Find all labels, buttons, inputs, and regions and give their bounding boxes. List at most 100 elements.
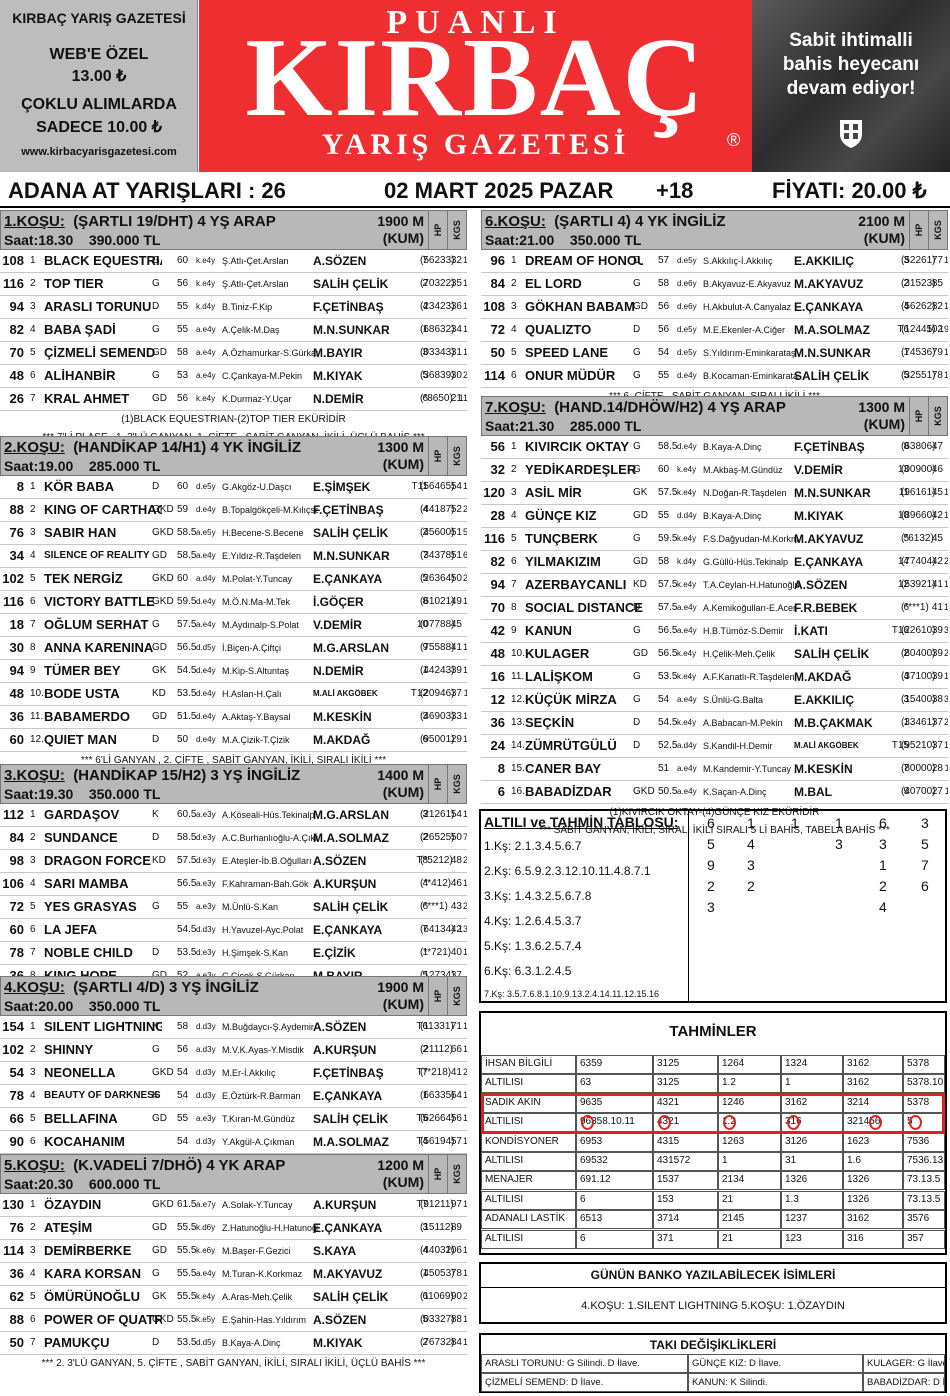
horse-col-1: 3 xyxy=(511,487,517,498)
horse-row[interactable]: 34 4 SILENCE OF REALITY GD 58.5 a.e4y E.Yıldız… xyxy=(0,545,467,568)
horse-col-0: 34 xyxy=(9,548,24,563)
horse-col-6: G.Güllü-Hüs.Tekinalp xyxy=(703,557,789,567)
horse-row[interactable]: 36 13. SEÇKİN D 54.5 k.e4y A.Babacan-M.Pekin M.… xyxy=(481,712,948,735)
horse-row[interactable]: 84 2 EL LORD G 58 d.e6y B.Akyavuz-E.Akyavuz M.A… xyxy=(481,273,948,296)
horse-col-1: 1 xyxy=(30,255,36,266)
horse-row[interactable]: 70 8 SOCIAL DISTANCE D 57.5 a.e4y A.Kemikoğull… xyxy=(481,597,948,620)
horse-row[interactable]: 108 3 GÖKHAN BABAM GD 56 d.e6y H.Akbulut-A.Can… xyxy=(481,296,948,319)
horse-row[interactable]: 94 3 ARASLI TORUNU D 55 k.d4y B.Tiniz-F.Kip F.Ç… xyxy=(0,296,467,319)
horse-row[interactable]: 62 5 ÖMÜRÜNOĞLU GK 55.5 k.e4y A.Aras-Meh.Çelik… xyxy=(0,1286,467,1309)
horse-row[interactable]: 84 2 SUNDANCE D 58.5 d.e3y A.C.Burhanlıoğlu-A.… xyxy=(0,827,467,850)
horse-row[interactable]: 72 4 QUALIZTO D 56 d.e5y M.E.Ekenler-A.Ciğer M.… xyxy=(481,319,948,342)
horse-row[interactable]: 60 12. QUIET MAN D 50 d.e4y M.A.Çizik-T.Çizik M… xyxy=(0,729,467,752)
horse-row[interactable]: 76 2 ATEŞİM GD 55.5 k.d6y Z.Hatunoğlu-H.Hatuno… xyxy=(0,1217,467,1240)
horse-col-6: A.Çelik-M.Daş xyxy=(222,325,280,335)
horse-col-6: M.Aydınalp-S.Polat xyxy=(222,620,299,630)
web-label: WEB'E ÖZEL xyxy=(49,46,149,63)
horse-row[interactable]: 106 4 SARI MAMBA 56.5 a.e3y F.Kahraman-Bah.Gö… xyxy=(0,873,467,896)
horse-col-6: M.A.Çizik-T.Çizik xyxy=(222,735,290,745)
horse-row[interactable]: 116 2 TOP TIER G 56 k.e4y Ş.Atlı-Çet.Arslan SAL… xyxy=(0,273,467,296)
tahmin-cell: 63 xyxy=(576,1074,653,1094)
horse-row[interactable]: 48 10. BODE USTA KD 53.5 d.e4y H.Aslan-H.Çalı M… xyxy=(0,683,467,706)
horse-row[interactable]: 78 4 BEAUTY OF DARKNESS K 54 d.d3y E.Öztürk-R.… xyxy=(0,1085,467,1108)
horse-row[interactable]: 24 14. ZÜMRÜTGÜLÜ D 52.5 a.d4y S.Kandil-H.Demi… xyxy=(481,735,948,758)
horse-col-5: a.e3y xyxy=(196,879,216,888)
website-link[interactable]: www.kirbacyarisgazetesi.com xyxy=(0,146,198,158)
horse-col-1: 4 xyxy=(511,324,517,335)
horse-col-2: TOP TIER xyxy=(44,276,104,291)
horse-col-2: NEONELLA xyxy=(44,1065,116,1080)
horse-col-3: GD xyxy=(152,347,167,358)
horse-col-3: GKD xyxy=(152,573,174,584)
horse-row[interactable]: 130 1 ÖZAYDIN GKD 61.5 a.e7y A.Solak-Y.Tuncay A… xyxy=(0,1194,467,1217)
horse-row[interactable]: 30 8 ANNA KARENINA GD 56.5 d.d5y İ.Biçen-A.Çif… xyxy=(0,637,467,660)
horse-col-1: 6 xyxy=(30,1314,36,1325)
horse-col-1: 5 xyxy=(30,573,36,584)
horse-col-1: 4 xyxy=(30,878,36,889)
horse-row[interactable]: 8 15. CANER BAY 51 a.e4y M.Kandemir-Y.Tuncay M… xyxy=(481,758,948,781)
horse-row[interactable]: 82 4 BABA ŞADİ G 55 a.e4y A.Çelik-M.Daş M.N.SUN… xyxy=(0,319,467,342)
horse-row[interactable]: 96 1 DREAM OF HONOUR D 57 d.e5y S.Akkılıç-İ.Ak… xyxy=(481,250,948,273)
horse-col-6: T.A.Ceylan-H.Hatunoğlu xyxy=(703,580,799,590)
horse-row[interactable]: 26 7 KRAL AHMET GD 56 k.e4y K.Durmaz-Y.Uçar N.D… xyxy=(0,388,467,411)
horse-col-5: k.e4y xyxy=(196,256,216,265)
horse-row[interactable]: 36 4 KARA KORSAN G 55.5 a.e4y M.Turan-K.Korkma… xyxy=(0,1263,467,1286)
horse-row[interactable]: 94 9 TÜMER BEY GK 54.5 d.e4y M.Kip-S.Altuntaş N… xyxy=(0,660,467,683)
horse-row[interactable]: 8 1 KÖR BABA D 60 d.e5y G.Akgöz-U.Daşcı E.ŞİMŞE… xyxy=(0,476,467,499)
horse-row[interactable]: 82 6 YILMAKIZIM GD 58 k.d4y G.Güllü-Hüs.Tekina… xyxy=(481,551,948,574)
horse-col-2: CANER BAY xyxy=(525,761,602,776)
horse-col-1: 5 xyxy=(30,901,36,912)
horse-row[interactable]: 112 1 GARDAŞOV K 60.5 a.e3y A.Köseali-Hüs.Teki… xyxy=(0,804,467,827)
horse-row[interactable]: 12 12. KÜÇÜK MİRZA G 54 a.e4y S.Ünlü-G.Balta E.… xyxy=(481,689,948,712)
horse-col-0: 28 xyxy=(490,508,505,523)
horse-row[interactable]: 28 4 GÜNÇE KIZ GD 55 d.d4y B.Kaya-A.Dinç M.KIYA… xyxy=(481,505,948,528)
horse-col-3: GD xyxy=(633,510,648,521)
horse-row[interactable]: 882KING OF CARTHAGEGKD59d.e4yB.Topalgökç… xyxy=(0,499,467,522)
horse-row[interactable]: 50 7 PAMUKÇU D 53.5 d.d5y B.Kaya-A.Dinç M.KIYAK… xyxy=(0,1332,467,1355)
horse-row[interactable]: 98 3 DRAGON FORCE KD 57.5 d.e3y E.Ateşler-İb.B… xyxy=(0,850,467,873)
horse-row[interactable]: 116 6 VICTORY BATTLE GKD 59.5 d.e4y M.Ö.N.Ma-M… xyxy=(0,591,467,614)
horse-row[interactable]: 42 9 KANUN G 56.5 a.e4y H.B.Tümöz-S.Demir İ.KAT… xyxy=(481,620,948,643)
horse-row[interactable]: 70 5 ÇİZMELİ SEMEND GD 58 a.e4y A.Özhamurkar-S… xyxy=(0,342,467,365)
horse-col-0: 50 xyxy=(490,345,505,360)
horse-row[interactable]: 114 6 ONUR MÜDÜR G 55 d.e4y B.Kocaman-Eminkara… xyxy=(481,365,948,388)
horse-row[interactable]: 90 6 KOCAHANIM 54 d.d3y Y.Akgül-A.Çıkman M.A.S… xyxy=(0,1131,467,1154)
horse-row[interactable]: 54 3 NEONELLA GKD 54 d.d3y M.Er-İ.Akkılıç F.ÇET… xyxy=(0,1062,467,1085)
tahmin-cell: 5378.10 xyxy=(903,1074,945,1094)
horse-col-5: a.e4y xyxy=(196,1269,216,1278)
horse-row[interactable]: 6 16. BABADİZDAR GKD 50.5 a.e4y K.Saçan-A.Dinç… xyxy=(481,781,948,804)
horse-col-11: 34 xyxy=(934,694,948,704)
horse-row[interactable]: 66 5 BELLAFINA GD 55 a.e3y T.Kıran-M.Gündüz SAL… xyxy=(0,1108,467,1131)
horse-row[interactable]: 88 6 POWER OF QUATRO GKD 55.5 k.e5y E.Şahin-Ha… xyxy=(0,1309,467,1332)
horse-col-3: G xyxy=(152,370,160,381)
horse-row[interactable]: 56 1 KIVIRCIK OKTAY G 58.5 d.e4y B.Kaya-A.Dinç… xyxy=(481,436,948,459)
horse-row[interactable]: 116 5 TUNÇBERK G 59.5 k.e4y F.S.Dağyudan-M.Kor… xyxy=(481,528,948,551)
horse-row[interactable]: 94 7 AZERBAYCANLI KD 57.5 k.e4y T.A.Ceylan-H.H… xyxy=(481,574,948,597)
horse-row[interactable]: 32 2 YEDİKARDEŞLER G 60 k.e4y M.Akbaş-M.Gündüz… xyxy=(481,459,948,482)
horse-row[interactable]: 154 1 SILENT LIGHTNING K 58 d.d3y M.Buğdaycı-Ş… xyxy=(0,1016,467,1039)
horse-row[interactable]: 36 11. BABAMERDO GD 51.5 d.e4y A.Aktaş-Y.Baysa… xyxy=(0,706,467,729)
race-1: 1.KOŞU: (ŞARTLI 19/DHT) 4 YŞ ARAP Saat:18… xyxy=(0,210,467,447)
brand-main: KIRBAÇ xyxy=(245,16,706,140)
horse-row[interactable]: 18 7 OĞLUM SERHAT G 57.5 a.e4y M.Aydınalp-S.Po… xyxy=(0,614,467,637)
horse-row[interactable]: 48 10. KULAGER GD 56.5 k.e4y H.Çelik-Meh.Çelik… xyxy=(481,643,948,666)
horse-row[interactable]: 78 7 NOBLE CHILD D 53.5 d.e3y H.Şimşek-S.Kan E.… xyxy=(0,942,467,965)
horse-col-0: 54 xyxy=(9,1065,24,1080)
hp-header: HP xyxy=(428,977,447,1015)
horse-row[interactable]: 50 5 SPEED LANE G 54 d.e5y S.Yıldırım-Eminkara… xyxy=(481,342,948,365)
horse-row[interactable]: 76 3 SABIR HAN GKD 58.5 a.e5y H.Becene-S.Becen… xyxy=(0,522,467,545)
horse-col-5: d.d4y xyxy=(677,511,697,520)
horse-col-2: POWER OF QUATRO xyxy=(44,1312,162,1327)
horse-row[interactable]: 60 6 LA JEFA 54.5 d.d3y H.Yavuzel-Ayc.Polat E.… xyxy=(0,919,467,942)
horse-row[interactable]: 114 3 DEMİRBERKE GD 55.5 k.e6y M.Başer-F.Gezic… xyxy=(0,1240,467,1263)
horse-row[interactable]: 48 6 ALİHANBİR G 53 a.e4y C.Çankaya-M.Pekin M.K… xyxy=(0,365,467,388)
horse-row[interactable]: 72 5 YES GRASYAS G 55 a.e3y M.Ünlü-S.Kan SALİH … xyxy=(0,896,467,919)
horse-row[interactable]: 102 5 TEK NERGİZ GKD 60 a.d4y M.Polat-Y.Tuncay… xyxy=(0,568,467,591)
horse-row[interactable]: 1081BLACK EQUESTRIANG60k.e4yŞ.Atlı-Çet.A… xyxy=(0,250,467,273)
altili-line: 6.Kş: 6.3.1.2.4.5 xyxy=(484,964,572,978)
horse-row[interactable]: 102 2 SHINNY G 56 a.d3y M.V.K.Ayas-Y.Misdik A.K… xyxy=(0,1039,467,1062)
horse-col-0: 30 xyxy=(9,640,24,655)
horse-col-5: d.e4y xyxy=(196,689,216,698)
horse-row[interactable]: 120 3 ASİL MİR GK 57.5 k.e4y N.Doğan-R.Taşdele… xyxy=(481,482,948,505)
horse-row[interactable]: 16 11. LALİŞKOM G 53.5 k.e4y A.F.Kanatlı-R.Taş… xyxy=(481,666,948,689)
